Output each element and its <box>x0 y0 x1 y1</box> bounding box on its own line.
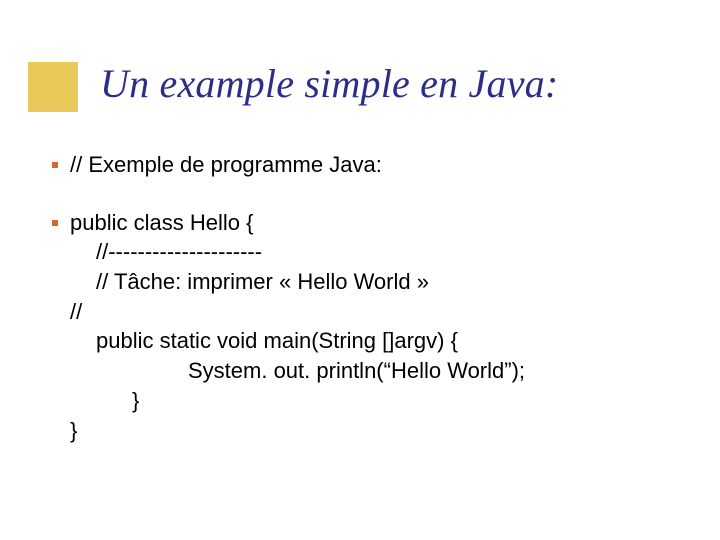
blank-line <box>70 180 525 208</box>
code-line: } <box>70 386 525 416</box>
slide-body: // Exemple de programme Java: public cla… <box>70 150 525 445</box>
code-line: } <box>70 416 525 446</box>
code-line: //--------------------- <box>70 237 525 267</box>
code-line: public static void main(String []argv) { <box>70 326 525 356</box>
slide: Un example simple en Java: // Exemple de… <box>0 0 720 540</box>
code-line: // <box>70 297 525 327</box>
code-line: // Exemple de programme Java: <box>70 150 525 180</box>
slide-title: Un example simple en Java: <box>100 60 558 107</box>
code-line: public class Hello { <box>70 208 525 238</box>
title-accent-box <box>28 62 78 112</box>
code-line: // Tâche: imprimer « Hello World » <box>70 267 525 297</box>
code-line: System. out. println(“Hello World”); <box>70 356 525 386</box>
